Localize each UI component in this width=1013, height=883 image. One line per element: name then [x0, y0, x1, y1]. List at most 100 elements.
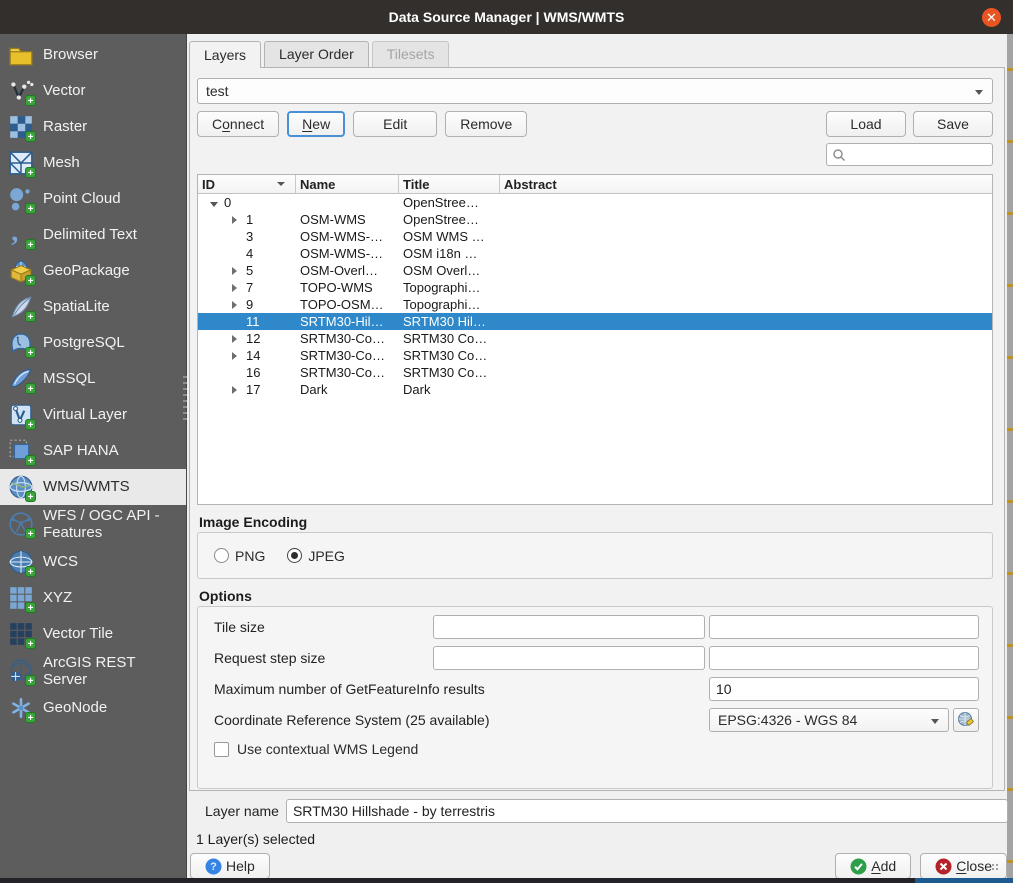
sidebar-item-label: GeoPackage	[43, 262, 130, 280]
sidebar-item-spatialite[interactable]: + SpatiaLite	[0, 289, 186, 325]
wfs-icon: +	[8, 511, 36, 540]
point-cloud-icon: +	[8, 186, 36, 215]
resize-grip[interactable]	[991, 863, 999, 871]
cell-name: SRTM30-Hil…	[300, 314, 384, 329]
tile-width-input[interactable]	[433, 615, 705, 639]
contextual-legend-checkbox[interactable]	[214, 741, 229, 757]
request-step-height-input[interactable]	[709, 646, 979, 670]
max-getfeatureinfo-input[interactable]	[709, 677, 979, 701]
cell-title: SRTM30 Co…	[403, 348, 488, 363]
table-row-layer-0[interactable]: 0 OpenStree…	[198, 194, 992, 211]
sidebar-item-sap-hana[interactable]: + SAP HANA	[0, 433, 186, 469]
table-row-layer-11[interactable]: 11 SRTM30-Hil… SRTM30 Hil…	[198, 313, 992, 330]
save-button[interactable]: Save	[913, 111, 993, 137]
sidebar-item-delimited-text[interactable]: , + Delimited Text	[0, 217, 186, 253]
tree-expander-icon[interactable]	[232, 382, 242, 397]
table-row-layer-17[interactable]: 17 Dark Dark	[198, 381, 992, 398]
vector-icon: +	[8, 78, 36, 107]
tree-expander-icon[interactable]	[232, 212, 242, 227]
sidebar-item-postgresql[interactable]: + PostgreSQL	[0, 325, 186, 361]
tree-expander-icon[interactable]	[232, 348, 242, 363]
tree-expander-icon[interactable]	[232, 263, 242, 278]
table-row-layer-3[interactable]: 3 OSM-WMS-… OSM WMS …	[198, 228, 992, 245]
sidebar-item-point-cloud[interactable]: + Point Cloud	[0, 181, 186, 217]
sidebar-item-label: XYZ	[43, 588, 73, 606]
spatialite-icon: +	[8, 294, 36, 323]
cell-title: SRTM30 Hil…	[403, 314, 486, 329]
max-getfeatureinfo-label: Maximum number of GetFeatureInfo results	[214, 681, 485, 697]
column-header-id[interactable]: ID	[198, 175, 296, 193]
column-header-name[interactable]: Name	[296, 175, 399, 193]
sidebar-item-wfs-ogc-api-features[interactable]: + WFS / OGC API - Features	[0, 505, 186, 544]
table-row-layer-7[interactable]: 7 TOPO-WMS Topographi…	[198, 279, 992, 296]
sidebar-item-xyz[interactable]: + XYZ	[0, 580, 186, 616]
table-row-layer-14[interactable]: 14 SRTM30-Co… SRTM30 Co…	[198, 347, 992, 364]
layers-table: ID Name Title Abstract 0 OpenStree… 1 OSM-W…	[197, 174, 993, 505]
sidebar-item-wms-wmts[interactable]: + WMS/WMTS	[0, 469, 186, 505]
encoding-option-png[interactable]: PNG	[214, 548, 265, 564]
arcgis-icon: +	[8, 658, 36, 687]
tree-expander-icon[interactable]	[232, 331, 242, 346]
sidebar-item-vector[interactable]: + Vector	[0, 73, 186, 109]
layer-name-input[interactable]	[285, 799, 1008, 823]
load-button[interactable]: Load	[826, 111, 906, 137]
edit-button[interactable]: Edit	[353, 111, 438, 137]
tabbar: Layers Layer Order Tilesets	[189, 41, 1007, 68]
tree-expander-icon[interactable]	[232, 297, 242, 312]
image-encoding-group: PNG JPEG	[197, 532, 993, 579]
request-step-width-input[interactable]	[433, 646, 705, 670]
radio-jpeg-checked[interactable]	[287, 548, 303, 563]
table-row-layer-4[interactable]: 4 OSM-WMS-… OSM i18n …	[198, 245, 992, 262]
radio-png[interactable]	[214, 548, 229, 563]
sidebar-item-geopackage[interactable]: + GeoPackage	[0, 253, 186, 289]
wcs-icon: +	[8, 549, 36, 578]
table-row-layer-9[interactable]: 9 TOPO-OSM… Topographi…	[198, 296, 992, 313]
cell-title: OSM i18n …	[403, 246, 478, 261]
tree-expander-icon[interactable]	[232, 280, 242, 295]
wms-icon: +	[8, 474, 36, 503]
cell-title: Topographi…	[403, 280, 481, 295]
layer-search-input[interactable]	[850, 147, 987, 162]
table-row-layer-5[interactable]: 5 OSM-Overl… OSM Overl…	[198, 262, 992, 279]
cell-id: 16	[246, 365, 261, 380]
sidebar-item-browser[interactable]: Browser	[0, 37, 186, 73]
cell-name: SRTM30-Co…	[300, 348, 386, 363]
tab-layers[interactable]: Layers	[189, 41, 262, 68]
help-button[interactable]: ? Help	[190, 853, 270, 879]
table-row-layer-12[interactable]: 12 SRTM30-Co… SRTM30 Co…	[198, 330, 992, 347]
tab-layer-order[interactable]: Layer Order	[264, 41, 369, 67]
tree-expander-icon[interactable]	[210, 195, 220, 210]
sidebar-item-arcgis-rest-server[interactable]: + ArcGIS REST Server	[0, 652, 186, 691]
tile-height-input[interactable]	[709, 615, 979, 639]
window-title: Data Source Manager | WMS/WMTS	[388, 9, 625, 25]
sidebar-item-vector-tile[interactable]: + Vector Tile	[0, 616, 186, 652]
cell-id: 0	[224, 195, 232, 210]
sidebar-item-label: Browser	[43, 46, 99, 64]
table-row-layer-1[interactable]: 1 OSM-WMS OpenStree…	[198, 211, 992, 228]
table-row-layer-16[interactable]: 16 SRTM30-Co… SRTM30 Co…	[198, 364, 992, 381]
cell-id: 1	[246, 212, 254, 227]
sidebar-item-mssql[interactable]: + MSSQL	[0, 361, 186, 397]
column-header-title[interactable]: Title	[399, 175, 500, 193]
virtual-layer-icon: +	[8, 402, 36, 431]
cell-name: OSM-WMS	[300, 212, 366, 227]
remove-button[interactable]: Remove	[445, 111, 528, 137]
connect-button[interactable]: Co nnect	[197, 111, 280, 137]
delimited-text-icon: , +	[8, 222, 36, 251]
sidebar-item-geonode[interactable]: + GeoNode	[0, 690, 186, 726]
sidebar-item-virtual-layer[interactable]: + Virtual Layer	[0, 397, 186, 433]
sidebar-item-wcs[interactable]: + WCS	[0, 544, 186, 580]
window-close-icon[interactable]: ✕	[982, 8, 1001, 27]
sidebar-item-label: Raster	[43, 118, 88, 136]
sidebar-item-mesh[interactable]: + Mesh	[0, 145, 186, 181]
connection-select[interactable]: test	[197, 78, 993, 104]
crs-picker-button[interactable]	[953, 708, 979, 732]
sidebar-item-raster[interactable]: + Raster	[0, 109, 186, 145]
sidebar-item-label: MSSQL	[43, 370, 96, 388]
encoding-option-jpeg[interactable]: JPEG	[287, 548, 345, 564]
add-button[interactable]: Add	[835, 853, 912, 879]
crs-select[interactable]: EPSG:4326 - WGS 84	[709, 708, 949, 732]
column-header-abstract[interactable]: Abstract	[500, 175, 992, 193]
raster-icon: +	[8, 114, 36, 143]
new-button[interactable]: New	[287, 111, 346, 137]
